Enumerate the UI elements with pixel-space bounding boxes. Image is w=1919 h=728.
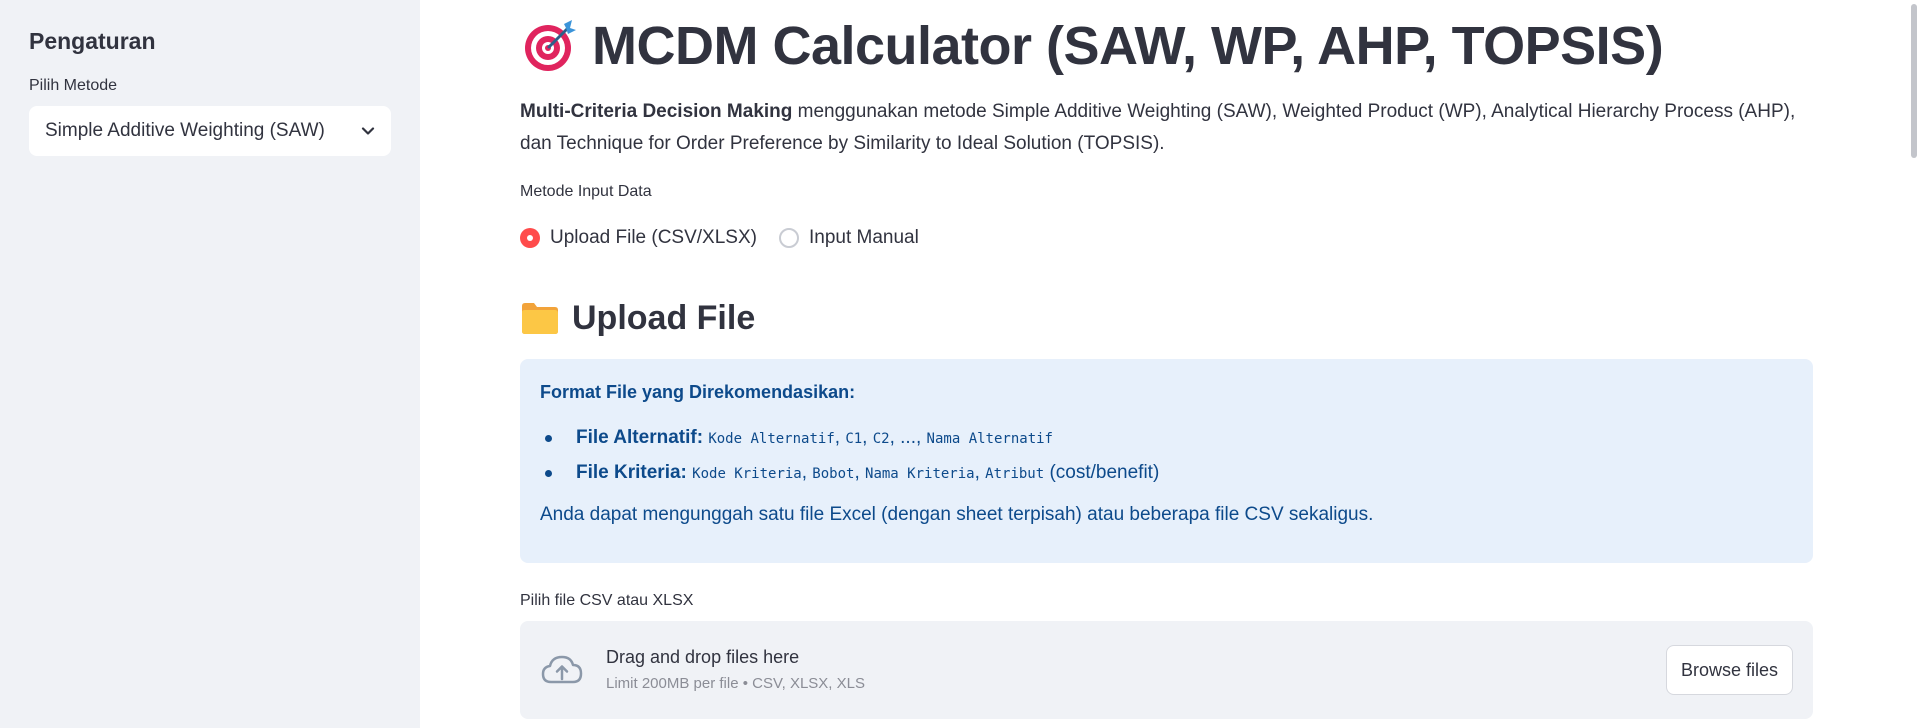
crit-code-2: Bobot <box>812 466 855 482</box>
alt-sep-3: , ..., <box>889 427 927 448</box>
alt-sep-1: , <box>834 427 846 448</box>
radio-upload-file[interactable]: Upload File (CSV/XLSX) <box>520 227 757 249</box>
alt-code-4: Nama Alternatif <box>926 431 1053 447</box>
alt-code-1: Kode Alternatif <box>708 431 835 447</box>
list-item-file-kriteria: File Kriteria: Kode Kriteria, Bobot, Nam… <box>540 456 1793 491</box>
info-heading: Format File yang Direkomendasikan: <box>540 382 856 402</box>
page-header: MCDM Calculator (SAW, WP, AHP, TOPSIS) <box>520 16 1813 76</box>
radio-unchecked-indicator <box>778 228 799 248</box>
alt-code-3: C2 <box>872 431 890 447</box>
alt-sep-2: , <box>862 427 873 448</box>
crit-code-4: Atribut <box>985 466 1045 482</box>
target-dart-icon <box>525 20 576 71</box>
cloud-upload-icon <box>541 655 583 684</box>
input-method-radio-group: Upload File (CSV/XLSX) Input Manual <box>520 226 1813 250</box>
sidebar: Pengaturan Pilih Metode Simple Additive … <box>0 0 420 728</box>
radio-checked-indicator <box>520 228 540 248</box>
folder-icon <box>522 303 558 334</box>
list-item-file-alternatif: File Alternatif: Kode Alternatif, C1, C2… <box>540 421 1793 456</box>
input-method-label: Metode Input Data <box>520 183 652 200</box>
main-content: MCDM Calculator (SAW, WP, AHP, TOPSIS) M… <box>520 0 1813 719</box>
crit-sep-2: , <box>854 462 866 483</box>
method-select-value: Simple Additive Weighting (SAW) <box>45 120 325 141</box>
browse-files-button[interactable]: Browse files <box>1665 645 1793 695</box>
section-title: Upload File <box>572 299 756 337</box>
file-dropzone[interactable]: Drag and drop files here Limit 200MB per… <box>520 621 1813 719</box>
intro-bold: Multi-Criteria Decision Making <box>520 101 793 122</box>
info-footer: Anda dapat mengunggah satu file Excel (d… <box>540 504 1374 525</box>
crit-code-3: Nama Kriteria <box>865 466 975 482</box>
intro-text: Multi-Criteria Decision Making menggunak… <box>520 96 1810 160</box>
crit-code-1: Kode Kriteria <box>692 466 802 482</box>
method-select-label: Pilih Metode <box>29 77 118 94</box>
crit-sep-3: , <box>974 462 986 483</box>
method-select[interactable]: Simple Additive Weighting (SAW) <box>29 106 391 156</box>
page-title: MCDM Calculator (SAW, WP, AHP, TOPSIS) <box>592 16 1664 76</box>
file-format-info-box: Format File yang Direkomendasikan: File … <box>520 359 1813 563</box>
dropzone-text: Drag and drop files here Limit 200MB per… <box>606 645 865 695</box>
crit-sep-1: , <box>801 462 813 483</box>
radio-upload-file-label: Upload File (CSV/XLSX) <box>550 227 757 248</box>
dropzone-limit: Limit 200MB per file • CSV, XLSX, XLS <box>606 675 865 692</box>
file-uploader-label: Pilih file CSV atau XLSX <box>520 592 694 609</box>
crit-label: File Kriteria: <box>576 462 687 483</box>
dropzone-instruction: Drag and drop files here <box>606 647 800 667</box>
chevron-down-icon <box>361 127 375 135</box>
sidebar-title: Pengaturan <box>29 28 156 54</box>
upload-section-header: Upload File <box>520 296 1813 340</box>
info-list: File Alternatif: Kode Alternatif, C1, C2… <box>540 421 1793 491</box>
alt-code-2: C1 <box>845 431 863 447</box>
alt-label: File Alternatif: <box>576 427 704 448</box>
crit-tail: (cost/benefit) <box>1044 462 1160 483</box>
radio-input-manual[interactable]: Input Manual <box>778 227 919 249</box>
radio-input-manual-label: Input Manual <box>808 227 919 248</box>
scrollbar[interactable] <box>1911 4 1917 158</box>
